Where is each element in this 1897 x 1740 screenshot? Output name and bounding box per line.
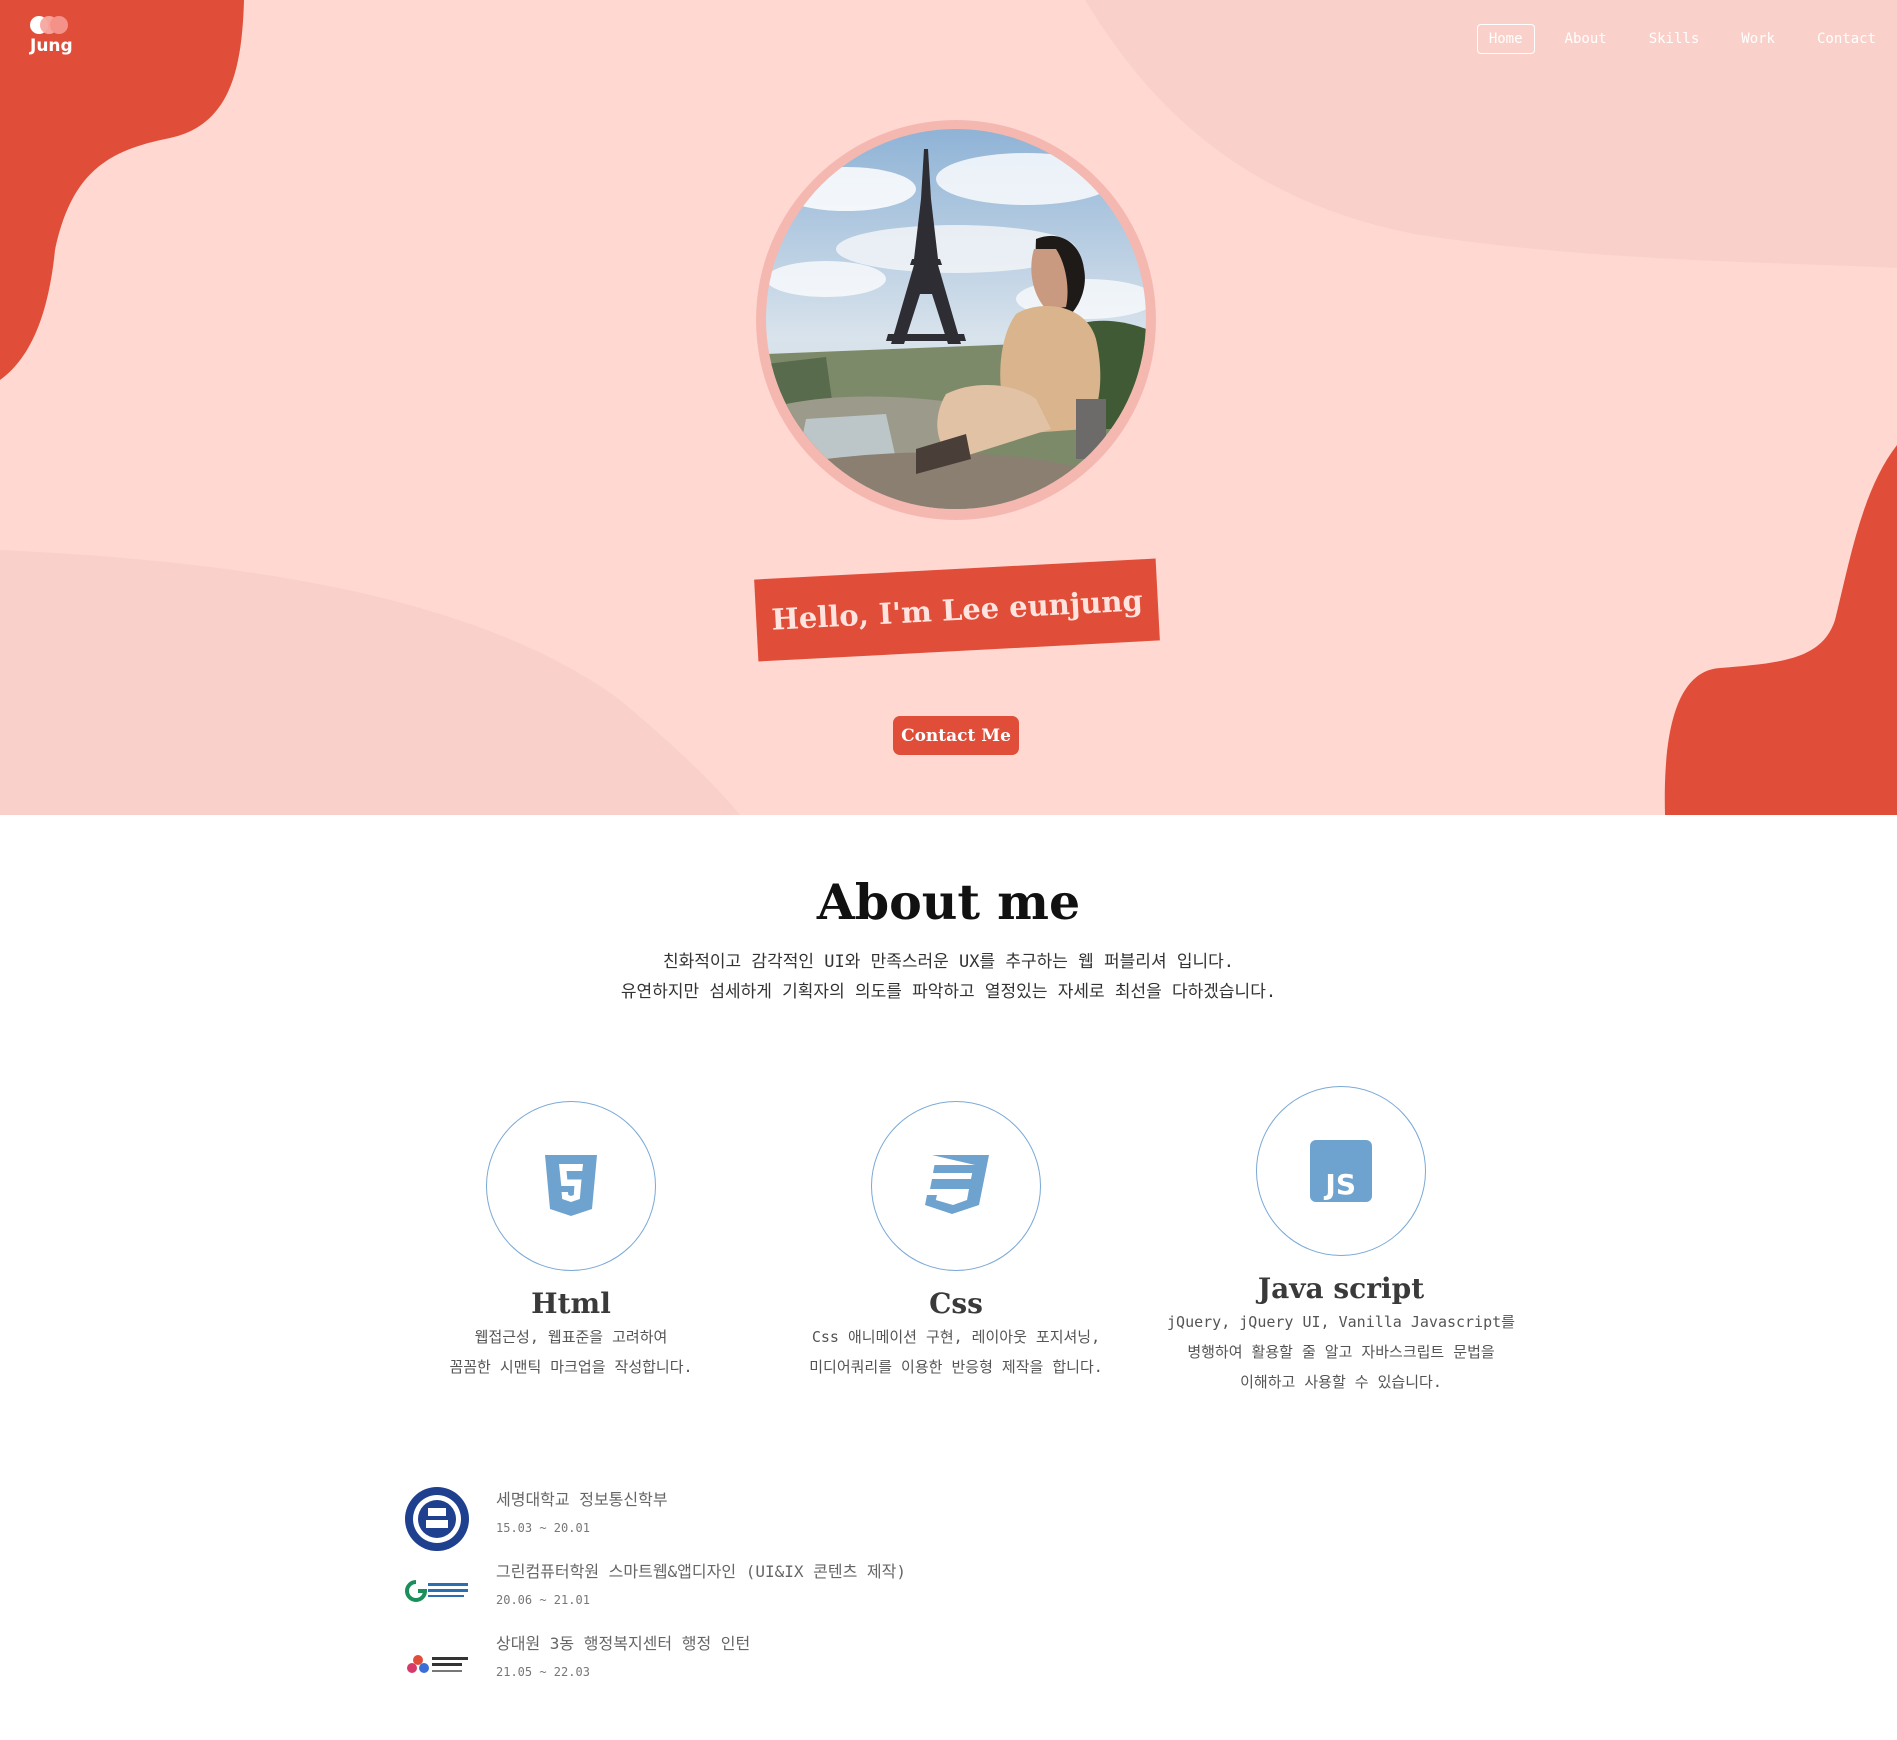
education-title: 상대원 3동 행정복지센터 행정 인턴 bbox=[496, 1634, 751, 1653]
education-date: 20.06 ~ 21.01 bbox=[496, 1593, 590, 1607]
skill-desc-line: 웹접근성, 웹표준을 고려하여 bbox=[474, 1328, 668, 1346]
skill-icon-circle bbox=[871, 1101, 1041, 1271]
education-item: 상대원 3동 행정복지센터 행정 인턴 21.05 ~ 22.03 bbox=[404, 1630, 1104, 1696]
greeting-text: Hello, I'm Lee eunjung bbox=[770, 583, 1144, 637]
about-description-line-2: 유연하지만 섬세하게 기획자의 의도를 파악하고 열정있는 자세로 최선을 다하… bbox=[620, 982, 1277, 1002]
skill-card-javascript: JS Java script jQuery, jQuery UI, Vanill… bbox=[1151, 1086, 1531, 1397]
skill-icon-circle bbox=[486, 1101, 656, 1271]
sejong-university-seal bbox=[404, 1486, 474, 1552]
main-nav: Home About Skills Work Contact bbox=[1468, 22, 1897, 56]
education-item: 그린컴퓨터학원 스마트웹&앱디자인 (UI&IX 콘텐츠 제작) 20.06 ~… bbox=[404, 1558, 1104, 1624]
hero-section: Jung Home About Skills Work Contact Hell… bbox=[0, 0, 1897, 815]
skill-desc-line: 미디어쿼리를 이용한 반응형 제작을 합니다. bbox=[809, 1358, 1103, 1376]
nav-contact[interactable]: Contact bbox=[1805, 24, 1888, 54]
nav-skills[interactable]: Skills bbox=[1637, 24, 1712, 54]
skill-desc-line: jQuery, jQuery UI, Vanilla Javascript를 bbox=[1167, 1313, 1515, 1331]
green-computer-academy-logo bbox=[404, 1558, 474, 1624]
about-description: 친화적이고 감각적인 UI와 만족스러운 UX를 추구하는 웹 퍼블리셔 입니다… bbox=[0, 947, 1897, 1007]
nav-work[interactable]: Work bbox=[1729, 24, 1787, 54]
html5-icon bbox=[545, 1155, 597, 1216]
eiffel-tower-portrait-image bbox=[766, 129, 1146, 509]
skill-card-html: Html 웹접근성, 웹표준을 고려하여 꼼꼼한 시맨틱 마크업을 작성합니다. bbox=[381, 1101, 761, 1382]
skill-desc-line: 꼼꼼한 시맨틱 마크업을 작성합니다. bbox=[449, 1358, 693, 1376]
profile-photo bbox=[766, 129, 1146, 509]
about-description-line-1: 친화적이고 감각적인 UI와 만족스러운 UX를 추구하는 웹 퍼블리셔 입니다… bbox=[663, 952, 1234, 972]
css3-icon bbox=[925, 1155, 989, 1214]
skill-desc-line: Css 애니메이션 구현, 레이아웃 포지셔닝, bbox=[811, 1328, 1101, 1346]
education-date: 15.03 ~ 20.01 bbox=[496, 1521, 590, 1535]
logo-text: Jung bbox=[30, 36, 73, 56]
javascript-icon: JS bbox=[1310, 1140, 1372, 1202]
nav-home[interactable]: Home bbox=[1476, 24, 1535, 54]
skill-title-html: Html bbox=[531, 1287, 611, 1320]
education-date: 21.05 ~ 22.03 bbox=[496, 1665, 590, 1679]
skill-desc-line: 병행하여 활용할 줄 알고 자바스크립트 문법을 bbox=[1187, 1343, 1495, 1361]
skill-title-css: Css bbox=[929, 1287, 983, 1320]
education-title: 세명대학교 정보통신학부 bbox=[496, 1490, 668, 1509]
logo-dot-coral bbox=[50, 16, 68, 34]
seongnam-city-logo bbox=[404, 1630, 474, 1696]
about-title: About me bbox=[816, 873, 1081, 931]
education-item: 세명대학교 정보통신학부 15.03 ~ 20.01 bbox=[404, 1486, 1104, 1552]
skill-card-css: Css Css 애니메이션 구현, 레이아웃 포지셔닝, 미디어쿼리를 이용한 … bbox=[766, 1101, 1146, 1382]
education-title: 그린컴퓨터학원 스마트웹&앱디자인 (UI&IX 콘텐츠 제작) bbox=[496, 1562, 906, 1581]
skill-title-javascript: Java script bbox=[1257, 1272, 1425, 1305]
skill-desc-line: 이해하고 사용할 수 있습니다. bbox=[1240, 1373, 1442, 1391]
svg-text:JS: JS bbox=[1323, 1168, 1356, 1201]
contact-me-button[interactable]: Contact Me bbox=[893, 716, 1019, 755]
site-logo[interactable]: Jung bbox=[28, 16, 78, 60]
nav-about[interactable]: About bbox=[1553, 24, 1619, 54]
skill-icon-circle: JS bbox=[1256, 1086, 1426, 1256]
